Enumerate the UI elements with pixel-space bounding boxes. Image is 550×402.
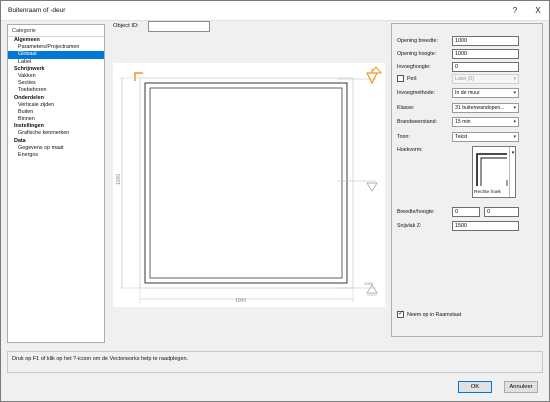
bottom-level-marker <box>366 284 378 294</box>
brandweerstand-label: Brandweerstand: <box>397 119 438 125</box>
properties-panel: Opening breedte: Opening hoogte: Invoegh… <box>391 23 543 337</box>
snijvlak-input[interactable] <box>452 221 519 231</box>
invoeghoogte-input[interactable] <box>452 62 519 72</box>
invoegmethode-select[interactable]: In de muur ▾ <box>452 88 519 98</box>
klasse-label: Klasse: <box>397 105 415 111</box>
category-item[interactable]: Energos <box>8 152 104 159</box>
invoegmethode-label: Invoegmethode: <box>397 90 435 96</box>
category-item[interactable]: Binnen <box>8 116 104 123</box>
preview-drawing: 1000 1000 0 -1000 <box>116 66 383 304</box>
hoekvorm-value: Rechte hoek <box>474 190 501 195</box>
opening-breedte-input[interactable] <box>452 36 519 46</box>
window-title: Buitenraam of -deur <box>8 7 66 14</box>
category-item[interactable]: Onderdelen <box>8 95 104 102</box>
category-header: Categorie <box>8 25 104 37</box>
opening-hoogte-label: Opening hoogte: <box>397 51 437 57</box>
chevron-down-icon: ▾ <box>513 119 516 125</box>
category-item[interactable]: Secties <box>8 80 104 87</box>
toon-select[interactable]: Tekst ▾ <box>452 132 519 142</box>
category-item[interactable]: Globaal <box>8 51 104 59</box>
hoogte-input[interactable] <box>484 207 519 217</box>
check-icon: ✓ <box>398 310 404 317</box>
breedte-input[interactable] <box>452 207 480 217</box>
window-preview: 1000 1000 0 -1000 <box>113 63 385 307</box>
chevron-down-icon: ▾ <box>513 90 516 96</box>
chevron-down-icon: ▾ <box>509 147 516 197</box>
title-bar: Buitenraam of -deur ? X <box>1 1 549 21</box>
brandweerstand-value: 15 min <box>455 119 471 125</box>
toon-label: Toon: <box>397 134 410 140</box>
window-glass <box>149 87 343 279</box>
insertion-corner-marker <box>134 72 143 81</box>
chevron-down-icon: ▾ <box>513 134 516 140</box>
category-item[interactable]: Gegevens op maat <box>8 145 104 152</box>
mid-level-marker <box>366 182 378 192</box>
peil-checkbox[interactable] <box>397 75 404 82</box>
category-item[interactable]: Schrijnwerk <box>8 66 104 73</box>
category-item[interactable]: Verticale zijden <box>8 102 104 109</box>
category-item[interactable]: Data <box>8 138 104 145</box>
category-list[interactable]: Categorie Algemeen Parameters/Projectrame… <box>7 24 105 343</box>
toon-value: Tekst <box>455 134 468 140</box>
object-id-label: Object ID: <box>113 23 139 29</box>
ok-button[interactable]: OK <box>458 381 492 393</box>
brandweerstand-select[interactable]: 15 min ▾ <box>452 117 519 127</box>
category-item[interactable]: Vakken <box>8 73 104 80</box>
category-item[interactable]: Grafische kenmerken <box>8 130 104 137</box>
status-text: Druk op F1 of klik op het ?-icoon om de … <box>12 356 189 362</box>
width-dimension-text: 1000 <box>235 298 246 304</box>
dialog-window: Buitenraam of -deur ? X Categorie Algeme… <box>0 0 550 402</box>
peil-select[interactable]: Latei (0) ▾ <box>452 74 519 84</box>
neem-op-checkbox[interactable]: ✓ <box>397 310 404 318</box>
invoeghoogte-label: Invoeghoogte: <box>397 64 431 70</box>
chevron-down-icon: ▾ <box>513 105 516 111</box>
hoekvorm-label: Hoekvorm: <box>397 147 423 153</box>
snijvlak-label: Snijvlak Z: <box>397 223 422 229</box>
neem-op-label: Neem op in Raamstaat <box>407 312 462 318</box>
opening-breedte-label: Opening breedte: <box>397 38 438 44</box>
bottom-level-text: -1000 <box>363 281 374 286</box>
object-id-input[interactable] <box>148 21 210 32</box>
corner-shape-icon <box>476 153 508 186</box>
category-item[interactable]: Instellingen <box>8 123 104 130</box>
chevron-down-icon: ▾ <box>513 76 516 82</box>
cancel-button[interactable]: Annuleer <box>504 381 538 393</box>
category-item[interactable]: Label <box>8 59 104 66</box>
klasse-value: 31 buitenwandopen... <box>455 105 505 111</box>
category-item[interactable]: Algemeen <box>8 37 104 44</box>
category-item[interactable]: Buiten <box>8 109 104 116</box>
breedte-hoogte-label: Breedte/hoogte: <box>397 209 435 215</box>
height-dimension-text: 1000 <box>116 174 122 185</box>
status-bar: Druk op F1 of klik op het ?-icoon om de … <box>7 351 543 373</box>
category-item[interactable]: Parameters/Projectramen <box>8 44 104 51</box>
help-button[interactable]: ? <box>508 5 522 17</box>
peil-label: Peil: <box>407 76 418 82</box>
close-button[interactable]: X <box>531 5 545 17</box>
peil-select-value: Latei (0) <box>455 76 475 82</box>
klasse-select[interactable]: 31 buitenwandopen... ▾ <box>452 103 519 113</box>
category-item[interactable]: Toebehoren <box>8 87 104 94</box>
category-items: Algemeen Parameters/Projectramen Globaal La… <box>8 37 104 159</box>
opening-hoogte-input[interactable] <box>452 49 519 59</box>
invoegmethode-value: In de muur <box>455 90 480 96</box>
hoekvorm-picker[interactable]: Rechte hoek ▾ <box>472 146 516 198</box>
